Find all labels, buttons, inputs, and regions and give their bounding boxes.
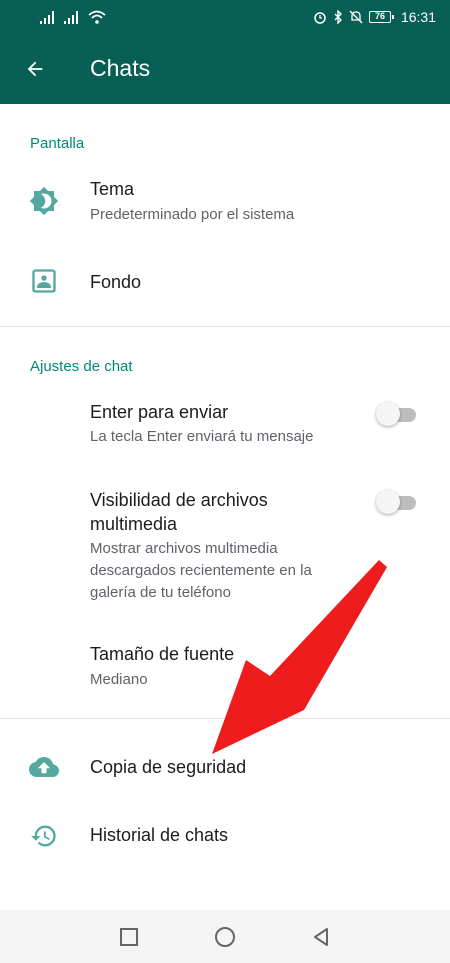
bluetooth-icon xyxy=(334,10,342,24)
app-bar: Chats xyxy=(0,34,450,104)
setting-font-size-title: Tamaño de fuente xyxy=(90,644,235,664)
back-button[interactable] xyxy=(18,52,52,86)
mute-bell-icon xyxy=(349,10,363,24)
media-visibility-toggle[interactable] xyxy=(376,490,416,514)
section-header-chat-settings: Ajustes de chat xyxy=(30,358,133,375)
signal-icon xyxy=(64,10,78,24)
setting-media-visibility[interactable]: Visibilidad de archivos multimedia Mostr… xyxy=(0,478,450,608)
setting-enter-send-title: Enter para enviar xyxy=(90,402,229,422)
setting-font-size-subtitle: Mediano xyxy=(90,671,148,688)
divider xyxy=(0,326,450,327)
setting-media-visibility-subtitle-1: Mostrar archivos multimedia xyxy=(90,540,278,557)
status-time: 16:31 xyxy=(400,9,436,25)
recents-button[interactable] xyxy=(116,924,142,950)
circle-icon xyxy=(215,927,235,947)
setting-wallpaper-title: Fondo xyxy=(90,272,142,292)
status-left xyxy=(40,10,106,24)
status-bar: 76 16:31 xyxy=(0,0,450,34)
brightness-icon xyxy=(28,185,60,217)
system-back-button[interactable] xyxy=(308,924,334,950)
status-right: 76 16:31 xyxy=(313,9,436,25)
setting-theme[interactable]: Tema Predeterminado por el sistema xyxy=(0,165,450,237)
cloud-upload-icon xyxy=(28,751,60,783)
signal-icon xyxy=(40,10,54,24)
setting-history[interactable]: Historial de chats xyxy=(0,806,450,868)
setting-enter-send[interactable]: Enter para enviar La tecla Enter enviará… xyxy=(0,390,450,460)
toggle-thumb xyxy=(376,490,400,514)
setting-backup-title: Copia de seguridad xyxy=(90,757,247,777)
setting-media-visibility-title-1: Visibilidad de archivos xyxy=(90,490,268,510)
setting-enter-send-subtitle: La tecla Enter enviará tu mensaje xyxy=(90,428,314,445)
setting-media-visibility-subtitle-3: galería de tu teléfono xyxy=(90,584,231,601)
setting-media-visibility-title-2: multimedia xyxy=(90,514,178,534)
alarm-icon xyxy=(314,12,326,24)
setting-font-size[interactable]: Tamaño de fuente Mediano xyxy=(0,632,450,702)
triangle-back-icon xyxy=(314,928,328,946)
wifi-icon xyxy=(88,10,106,24)
square-icon xyxy=(120,928,138,946)
setting-media-visibility-subtitle-2: descargados recientemente en la xyxy=(90,562,312,579)
wallpaper-icon xyxy=(28,265,60,297)
system-nav-bar xyxy=(0,910,450,963)
setting-backup[interactable]: Copia de seguridad xyxy=(0,736,450,798)
page-title: Chats xyxy=(90,55,151,81)
history-icon xyxy=(28,820,60,852)
arrow-back-icon xyxy=(27,61,43,77)
setting-wallpaper[interactable]: Fondo xyxy=(0,246,450,316)
home-button[interactable] xyxy=(212,924,238,950)
setting-theme-title: Tema xyxy=(90,179,135,199)
divider xyxy=(0,718,450,719)
toggle-thumb xyxy=(376,402,400,426)
setting-history-title: Historial de chats xyxy=(90,825,229,845)
setting-theme-subtitle: Predeterminado por el sistema xyxy=(90,206,295,223)
battery-indicator: 76 xyxy=(368,11,394,23)
enter-send-toggle[interactable] xyxy=(376,402,416,426)
section-header-display: Pantalla xyxy=(30,135,85,152)
